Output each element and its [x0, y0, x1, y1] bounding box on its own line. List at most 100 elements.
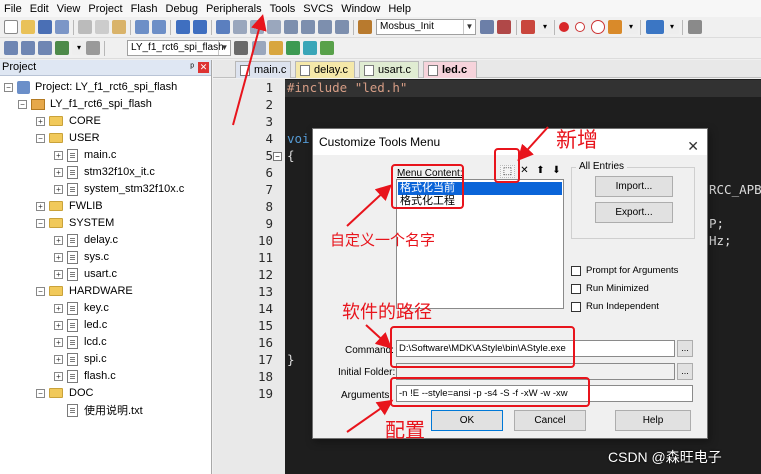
tree-file[interactable]: + key.c [54, 300, 109, 316]
compile-icon[interactable] [4, 41, 18, 55]
expand-icon[interactable]: + [54, 269, 63, 279]
wrench-icon[interactable] [688, 20, 702, 34]
tree-file[interactable]: + flash.c [54, 368, 116, 384]
help-button[interactable]: Help [615, 410, 691, 431]
collapse-icon[interactable]: − [4, 82, 13, 92]
breakpoint-disable-icon[interactable] [575, 22, 585, 32]
tab-delay-c[interactable]: delay.c [295, 61, 355, 78]
redo-icon[interactable] [152, 20, 166, 34]
pin-icon[interactable]: ᵖ [190, 60, 194, 75]
clear-bookmarks-icon[interactable] [267, 20, 281, 34]
menu-view[interactable]: View [53, 3, 85, 15]
expand-icon[interactable]: + [54, 337, 63, 347]
tree-group-user[interactable]: − USER [36, 130, 100, 146]
tree-file[interactable]: + usart.c [54, 266, 117, 282]
collapse-icon[interactable]: − [36, 388, 45, 398]
tree-file[interactable]: + main.c [54, 147, 116, 163]
debug-session-icon[interactable] [521, 20, 535, 34]
comment-icon[interactable] [318, 20, 332, 34]
collapse-icon[interactable]: − [18, 99, 27, 109]
expand-icon[interactable]: + [54, 320, 63, 330]
export-button[interactable]: Export... [595, 202, 673, 223]
tab-main-c[interactable]: main.c [235, 61, 291, 78]
tree-file[interactable]: 使用说明.txt [67, 402, 143, 418]
file-extensions-icon[interactable] [252, 41, 266, 55]
nav-forward-icon[interactable] [193, 20, 207, 34]
tree-file[interactable]: + spi.c [54, 351, 107, 367]
tree-target[interactable]: − LY_f1_rct6_spi_flash [18, 96, 152, 112]
tab-usart-c[interactable]: usart.c [359, 61, 419, 78]
move-up-icon[interactable]: ⬆ [533, 165, 548, 178]
dropdown-arrow-icon[interactable]: ▾ [72, 41, 86, 55]
run-independent-checkbox[interactable]: Run Independent [571, 301, 659, 312]
uncomment-icon[interactable] [335, 20, 349, 34]
pack-installer-icon[interactable] [286, 41, 300, 55]
checkbox-box[interactable] [571, 301, 581, 312]
build-icon[interactable] [21, 41, 35, 55]
menu-debug[interactable]: Debug [162, 3, 202, 15]
fold-icon[interactable]: − [273, 152, 282, 161]
new-file-icon[interactable] [4, 20, 18, 34]
expand-icon[interactable]: + [54, 235, 63, 245]
manage-components-icon[interactable] [269, 41, 283, 55]
move-down-icon[interactable]: ⬇ [549, 165, 564, 178]
expand-icon[interactable]: + [54, 354, 63, 364]
rebuild-icon[interactable] [38, 41, 52, 55]
nav-back-icon[interactable] [176, 20, 190, 34]
tree-file[interactable]: + stm32f10x_it.c [54, 164, 155, 180]
close-icon[interactable]: ✕ [198, 62, 209, 73]
menu-peripherals[interactable]: Peripherals [202, 3, 266, 15]
target-options-icon[interactable] [234, 41, 248, 55]
clear-breakpoints-icon[interactable] [608, 20, 622, 34]
tree-file[interactable]: + lcd.c [54, 334, 107, 350]
expand-icon[interactable]: + [54, 303, 63, 313]
menu-window[interactable]: Window [337, 3, 384, 15]
browse-command-button[interactable]: ... [677, 340, 693, 357]
menu-help[interactable]: Help [384, 3, 415, 15]
collapse-icon[interactable]: − [36, 286, 45, 296]
expand-icon[interactable]: + [54, 167, 63, 177]
batch-build-icon[interactable] [55, 41, 69, 55]
incremental-find-icon[interactable] [497, 20, 511, 34]
next-bookmark-icon[interactable] [250, 20, 264, 34]
menu-tools[interactable]: Tools [266, 3, 300, 15]
tree-group-hardware[interactable]: − HARDWARE [36, 283, 133, 299]
tree-group-fwlib[interactable]: + FWLIB [36, 198, 103, 214]
tree-file[interactable]: + delay.c [54, 232, 118, 248]
prev-bookmark-icon[interactable] [233, 20, 247, 34]
collapse-icon[interactable]: − [36, 218, 45, 228]
tree-root[interactable]: − Project: LY_f1_rct6_spi_flash [4, 79, 177, 95]
target-combo[interactable]: Mosbus_Init ▼ [376, 19, 476, 35]
cut-icon[interactable] [78, 20, 92, 34]
menu-svcs[interactable]: SVCS [299, 3, 337, 15]
breakpoint-icon[interactable] [559, 22, 569, 32]
unindent-icon[interactable] [301, 20, 315, 34]
ok-button[interactable]: OK [431, 410, 503, 431]
tree-file[interactable]: + led.c [54, 317, 107, 333]
expand-icon[interactable]: + [54, 150, 63, 160]
dropdown-arrow-icon[interactable]: ▾ [538, 20, 552, 34]
open-folder-icon[interactable] [21, 20, 35, 34]
dropdown-arrow-icon[interactable]: ▾ [624, 20, 638, 34]
tab-led-c[interactable]: led.c [423, 61, 477, 78]
paste-icon[interactable] [112, 20, 126, 34]
tree-group-core[interactable]: + CORE [36, 113, 101, 129]
menu-project[interactable]: Project [84, 3, 126, 15]
menu-flash[interactable]: Flash [127, 3, 162, 15]
project-target-combo[interactable]: LY_f1_rct6_spi_flash ▼ [127, 40, 231, 56]
breakpoint-kill-icon[interactable] [591, 20, 605, 34]
cancel-button[interactable]: Cancel [514, 410, 586, 431]
expand-icon[interactable]: + [54, 184, 63, 194]
save-all-icon[interactable] [55, 20, 69, 34]
indent-icon[interactable] [284, 20, 298, 34]
dropdown-arrow-icon[interactable]: ▾ [665, 20, 679, 34]
prompt-for-arguments-checkbox[interactable]: Prompt for Arguments [571, 265, 678, 276]
browse-folder-button[interactable]: ... [677, 363, 693, 380]
tree-file[interactable]: + sys.c [54, 249, 109, 265]
save-icon[interactable] [38, 20, 52, 34]
tree-group-system[interactable]: − SYSTEM [36, 215, 114, 231]
expand-icon[interactable]: + [36, 116, 45, 126]
copy-icon[interactable] [95, 20, 109, 34]
undo-icon[interactable] [135, 20, 149, 34]
menu-edit[interactable]: Edit [26, 3, 53, 15]
